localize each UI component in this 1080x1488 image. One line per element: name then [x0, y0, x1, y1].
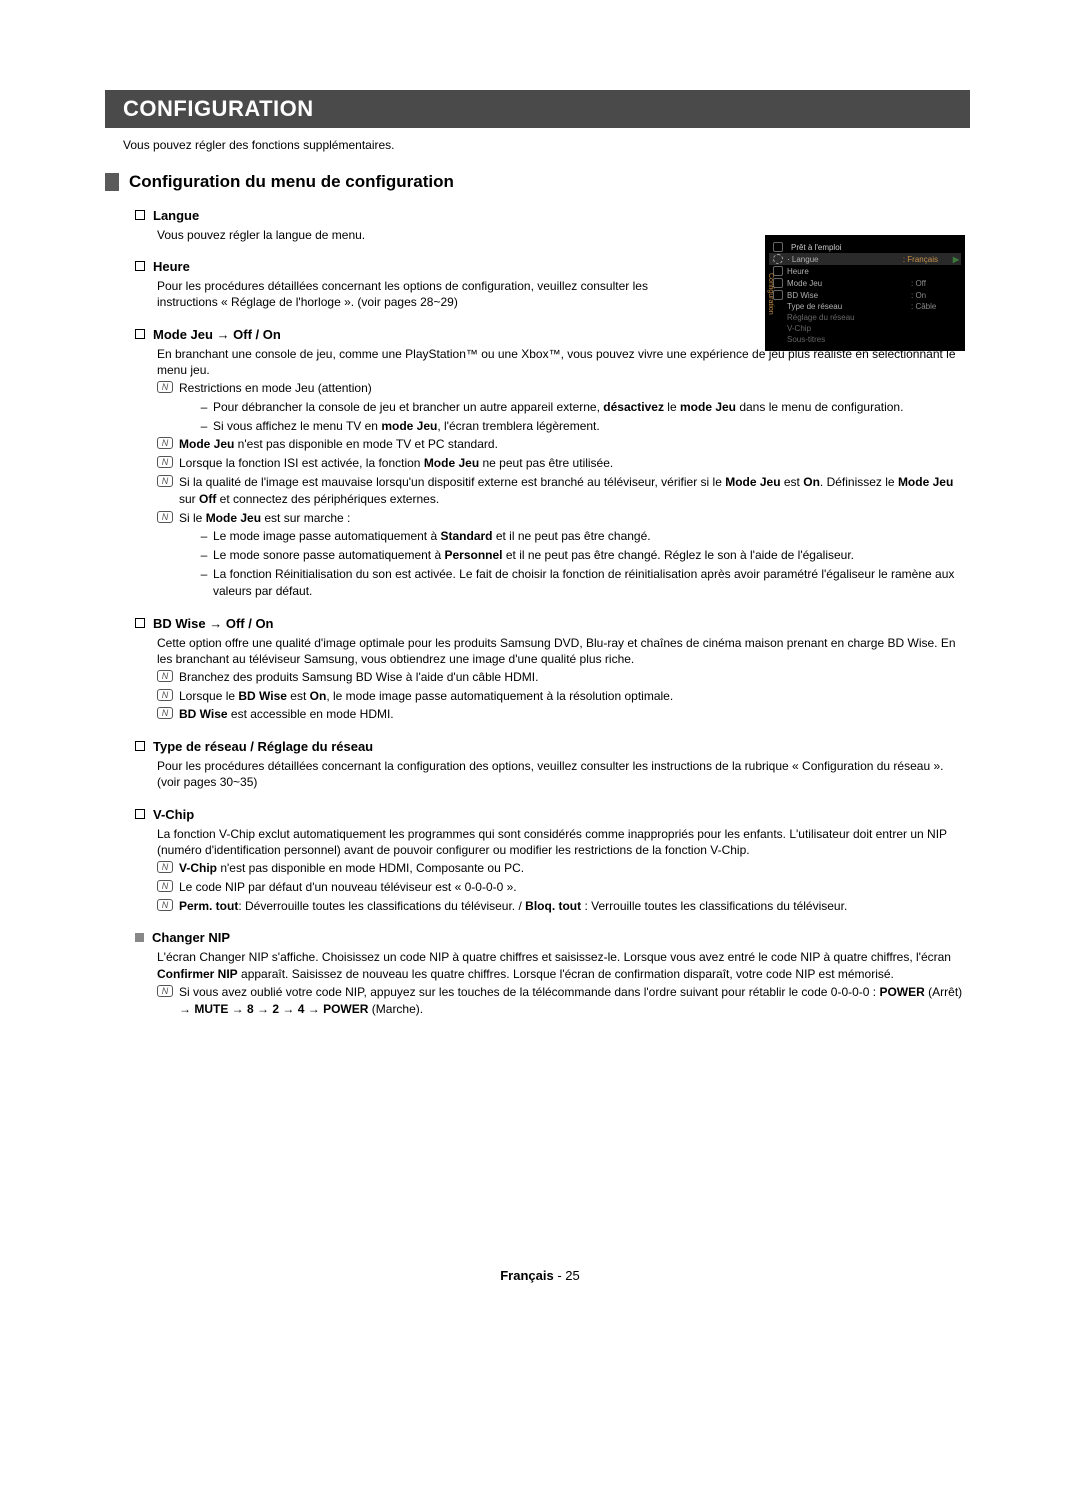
- osd-top: Prêt à l'emploi: [787, 243, 841, 252]
- note-icon: N: [157, 670, 173, 682]
- intro-text: Vous pouvez régler des fonctions supplém…: [123, 138, 970, 152]
- note-icon: N: [157, 475, 173, 487]
- note-text: Perm. tout: Déverrouille toutes les clas…: [179, 898, 847, 915]
- osd-sidebar-label: Configuration: [767, 273, 774, 315]
- page-footer: Français - 25: [0, 1268, 1080, 1283]
- subtitle-marker: [105, 173, 119, 191]
- note-icon: N: [157, 456, 173, 468]
- dash-text: Si vous affichez le menu TV en mode Jeu,…: [213, 418, 600, 435]
- bullet-icon: [135, 210, 145, 220]
- note-text: Si vous avez oublié votre code NIP, appu…: [179, 984, 970, 1018]
- note-text: BD Wise est accessible en mode HDMI.: [179, 706, 394, 723]
- note-icon: N: [157, 861, 173, 873]
- dash-text: La fonction Réinitialisation du son est …: [213, 566, 970, 600]
- bullet-icon: [135, 809, 145, 819]
- osd-bdwise-label: BD Wise: [787, 291, 911, 300]
- osd-typereseau-label: Type de réseau: [787, 302, 911, 311]
- dash-text: Pour débrancher la console de jeu et bra…: [213, 399, 903, 416]
- dash-text: Le mode sonore passe automatiquement à P…: [213, 547, 854, 564]
- note-icon: N: [157, 511, 173, 523]
- bullet-icon: [135, 329, 145, 339]
- note-icon: N: [157, 689, 173, 701]
- osd-icon: [773, 278, 783, 288]
- heading-langue: Langue: [153, 208, 199, 223]
- bdwise-body: Cette option offre une qualité d'image o…: [157, 635, 970, 667]
- osd-langue-label: · Langue: [787, 255, 903, 264]
- osd-langue-val: : Français: [903, 255, 953, 264]
- bullet-icon: [135, 261, 145, 271]
- gear-icon: [773, 254, 783, 264]
- osd-icon: [773, 290, 783, 300]
- note-text: Restrictions en mode Jeu (attention): [179, 380, 372, 397]
- note-text: Si le Mode Jeu est sur marche :: [179, 510, 350, 527]
- bullet-icon: [135, 741, 145, 751]
- note-icon: N: [157, 381, 173, 393]
- note-icon: N: [157, 880, 173, 892]
- osd-typereseau-val: : Câble: [911, 302, 961, 311]
- osd-soustitres: Sous-titres: [787, 335, 961, 344]
- osd-bdwise-val: : On: [911, 291, 961, 300]
- osd-icon: [773, 242, 783, 252]
- heading-modejeu: Mode Jeu → Off / On: [153, 327, 281, 342]
- langue-body: Vous pouvez régler la langue de menu.: [157, 227, 667, 243]
- heading-vchip: V-Chip: [153, 807, 194, 822]
- osd-vchip: V-Chip: [787, 324, 961, 333]
- osd-modejeu-label: Mode Jeu: [787, 279, 911, 288]
- osd-heure: Heure: [787, 267, 961, 276]
- dash-text: Le mode image passe automatiquement à St…: [213, 528, 651, 545]
- note-icon: N: [157, 985, 173, 997]
- reseau-body: Pour les procédures détaillées concernan…: [157, 758, 970, 790]
- heading-heure: Heure: [153, 259, 190, 274]
- note-icon: N: [157, 437, 173, 449]
- note-text: Si la qualité de l'image est mauvaise lo…: [179, 474, 970, 508]
- bullet-icon: [135, 618, 145, 628]
- page-title: CONFIGURATION: [105, 90, 970, 128]
- note-text: Lorsque la fonction ISI est activée, la …: [179, 455, 613, 472]
- heading-changernip: Changer NIP: [152, 930, 230, 945]
- subtitle: Configuration du menu de configuration: [129, 172, 454, 192]
- osd-screenshot: Configuration Prêt à l'emploi · Langue: …: [765, 235, 965, 351]
- heure-body: Pour les procédures détaillées concernan…: [157, 278, 667, 310]
- note-text: V-Chip n'est pas disponible en mode HDMI…: [179, 860, 524, 877]
- arrow-right-icon: ▶: [953, 255, 961, 264]
- note-text: Branchez des produits Samsung BD Wise à …: [179, 669, 538, 686]
- osd-modejeu-val: : Off: [911, 279, 961, 288]
- changernip-body: L'écran Changer NIP s'affiche. Choisisse…: [157, 949, 970, 981]
- heading-bdwise: BD Wise → Off / On: [153, 616, 274, 631]
- note-text: Mode Jeu n'est pas disponible en mode TV…: [179, 436, 498, 453]
- osd-reglage: Réglage du réseau: [787, 313, 961, 322]
- note-icon: N: [157, 899, 173, 911]
- heading-reseau: Type de réseau / Réglage du réseau: [153, 739, 373, 754]
- solid-bullet-icon: [135, 933, 144, 942]
- note-text: Le code NIP par défaut d'un nouveau télé…: [179, 879, 517, 896]
- osd-icon: [773, 266, 783, 276]
- note-icon: N: [157, 707, 173, 719]
- vchip-body: La fonction V-Chip exclut automatiquemen…: [157, 826, 970, 858]
- note-text: Lorsque le BD Wise est On, le mode image…: [179, 688, 673, 705]
